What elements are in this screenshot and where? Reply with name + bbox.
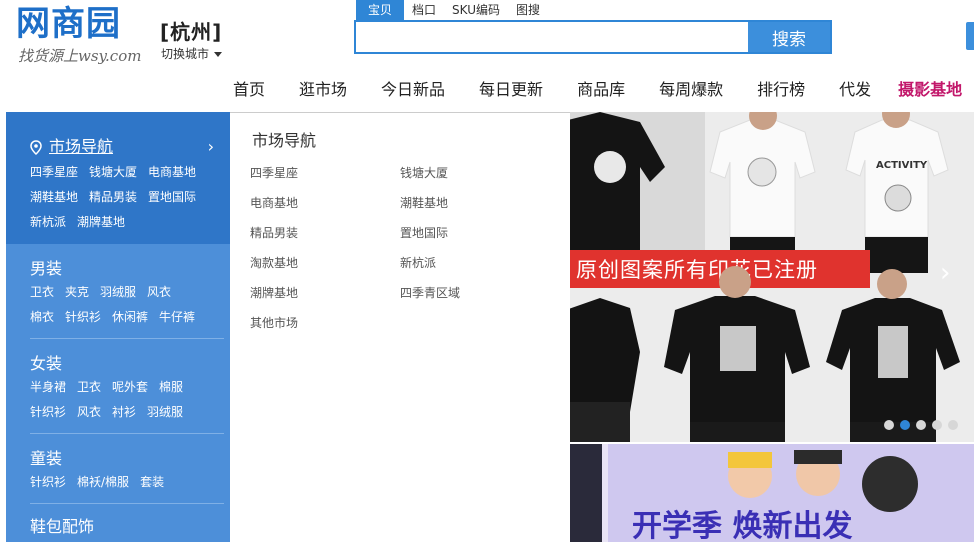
category-kids: 童装 针织衫 棉袄/棉服 套装 <box>6 434 230 495</box>
dropdown-market-link[interactable]: 潮牌基地 <box>250 278 400 308</box>
hero-banner[interactable]: ACTIVITY 原创图案所有印花已注册 <box>570 112 974 442</box>
promo-caption: 开学季 焕新出发 <box>632 509 852 542</box>
dropdown-title: 市场导航 <box>252 131 317 150</box>
category-title[interactable]: 童装 <box>30 448 230 470</box>
city-switch-link[interactable]: 切换城市 <box>161 45 223 62</box>
category-link[interactable]: 卫衣 <box>77 380 101 394</box>
promo-banner[interactable]: 开学季 焕新出发 <box>570 444 974 542</box>
nav-item-market[interactable]: 逛市场 <box>299 78 347 102</box>
banner-dot[interactable] <box>932 420 942 430</box>
banner-dot-active[interactable] <box>900 420 910 430</box>
dropdown-market-link[interactable]: 潮鞋基地 <box>400 188 550 218</box>
category-title[interactable]: 鞋包配饰 <box>30 516 230 538</box>
category-shoes-bags: 鞋包配饰 <box>6 504 230 538</box>
nav-item-product-library[interactable]: 商品库 <box>577 78 625 102</box>
category-link[interactable]: 卫衣 <box>30 285 54 299</box>
category-link[interactable]: 风衣 <box>77 405 101 419</box>
banner-image: ACTIVITY 原创图案所有印花已注册 <box>570 112 974 442</box>
search-tab-item[interactable]: 宝贝 <box>356 0 405 20</box>
category-link[interactable]: 夹克 <box>65 285 89 299</box>
market-link[interactable]: 钱塘大厦 <box>89 165 137 179</box>
category-link[interactable]: 风衣 <box>147 285 171 299</box>
category-title[interactable]: 男装 <box>30 258 230 280</box>
header-right-button[interactable] <box>966 22 974 50</box>
market-link[interactable]: 潮牌基地 <box>77 215 125 229</box>
category-link[interactable]: 羽绒服 <box>147 405 183 419</box>
category-women: 女装 半身裙 卫衣 呢外套 棉服 针织衫 风衣 衬衫 羽绒服 <box>6 339 230 425</box>
nav-item-daily-update[interactable]: 每日更新 <box>479 78 543 102</box>
category-link[interactable]: 针织衫 <box>30 405 66 419</box>
category-link[interactable]: 棉袄/棉服 <box>77 475 129 489</box>
nav-item-photo-base[interactable]: 摄影基地 <box>898 78 962 102</box>
logo-text: 网商园 <box>16 4 121 44</box>
category-link[interactable]: 套装 <box>140 475 164 489</box>
chevron-right-icon: › <box>207 137 214 156</box>
main-nav: 首页 逛市场 今日新品 每日更新 商品库 每周爆款 排行榜 代发 摄影基地 <box>216 78 974 102</box>
market-nav-section: 市场导航 › 四季星座 钱塘大厦 电商基地 潮鞋基地 精品男装 置地国际 新杭派 潮牌基地 <box>6 112 230 244</box>
category-link[interactable]: 休闲裤 <box>112 310 148 324</box>
category-link[interactable]: 棉服 <box>159 380 183 394</box>
nav-item-dropship[interactable]: 代发 <box>839 78 871 102</box>
market-nav-dropdown: 市场导航 四季星座 钱塘大厦 电商基地 潮鞋基地 精品男装 置地国际 淘款基地 … <box>230 112 570 542</box>
banner-next-arrow[interactable]: › <box>940 258 950 288</box>
category-link[interactable]: 牛仔裤 <box>159 310 195 324</box>
category-link[interactable]: 针织衫 <box>65 310 101 324</box>
promo-image: 开学季 焕新出发 <box>570 444 974 542</box>
category-title[interactable]: 女装 <box>30 353 230 375</box>
logo-slogan: 找货源上wsy.com <box>18 47 142 65</box>
location-pin-icon <box>30 139 42 155</box>
dropdown-market-link[interactable]: 置地国际 <box>400 218 550 248</box>
market-nav-title[interactable]: 市场导航 › <box>30 136 230 158</box>
category-link[interactable]: 呢外套 <box>112 380 148 394</box>
nav-item-weekly-hot[interactable]: 每周爆款 <box>659 78 723 102</box>
category-link[interactable]: 针织衫 <box>30 475 66 489</box>
banner-pagination <box>884 420 958 430</box>
dropdown-market-link[interactable]: 钱塘大厦 <box>400 158 550 188</box>
market-nav-label: 市场导航 <box>49 137 114 156</box>
dropdown-market-link[interactable]: 四季星座 <box>250 158 400 188</box>
search-type-tabs: 宝贝 档口 SKU编码 图搜 <box>356 0 548 20</box>
search-tab-image[interactable]: 图搜 <box>508 0 548 20</box>
dropdown-market-link[interactable]: 精品男装 <box>250 218 400 248</box>
city-switch-label: 切换城市 <box>161 47 210 61</box>
banner-dot[interactable] <box>916 420 926 430</box>
nav-item-home[interactable]: 首页 <box>233 78 265 102</box>
category-sidebar: 市场导航 › 四季星座 钱塘大厦 电商基地 潮鞋基地 精品男装 置地国际 新杭派 潮牌基地… <box>6 112 230 542</box>
nav-item-today-new[interactable]: 今日新品 <box>381 78 445 102</box>
current-city: [杭州] <box>160 20 223 44</box>
dropdown-market-link[interactable]: 淘款基地 <box>250 248 400 278</box>
category-link[interactable]: 羽绒服 <box>100 285 136 299</box>
site-logo[interactable]: 网商园 找货源上wsy.com <box>16 4 154 74</box>
search-button[interactable]: 搜索 <box>748 22 830 52</box>
banner-caption: 原创图案所有印花已注册 <box>576 258 818 282</box>
nav-item-ranking[interactable]: 排行榜 <box>757 78 805 102</box>
market-link[interactable]: 新杭派 <box>30 215 66 229</box>
category-link[interactable]: 衬衫 <box>112 405 136 419</box>
banner-dot[interactable] <box>948 420 958 430</box>
tshirt-print-text: ACTIVITY <box>876 160 928 171</box>
caret-down-icon <box>214 52 223 57</box>
dropdown-market-link[interactable]: 新杭派 <box>400 248 550 278</box>
dropdown-market-link[interactable]: 电商基地 <box>250 188 400 218</box>
market-link[interactable]: 电商基地 <box>148 165 196 179</box>
search-input[interactable] <box>356 22 748 52</box>
banner-dot[interactable] <box>884 420 894 430</box>
search-box: 搜索 <box>354 20 832 54</box>
dropdown-market-link[interactable]: 其他市场 <box>250 308 400 338</box>
category-link[interactable]: 半身裙 <box>30 380 66 394</box>
market-link[interactable]: 四季星座 <box>30 165 78 179</box>
search-tab-shop[interactable]: 档口 <box>404 0 444 20</box>
category-link[interactable]: 棉衣 <box>30 310 54 324</box>
market-link[interactable]: 置地国际 <box>148 190 196 204</box>
dropdown-market-link[interactable]: 四季青区域 <box>400 278 550 308</box>
category-men: 男装 卫衣 夹克 羽绒服 风衣 棉衣 针织衫 休闲裤 牛仔裤 <box>6 244 230 330</box>
market-link[interactable]: 潮鞋基地 <box>30 190 78 204</box>
market-link[interactable]: 精品男装 <box>89 190 137 204</box>
search-tab-sku[interactable]: SKU编码 <box>444 0 508 20</box>
